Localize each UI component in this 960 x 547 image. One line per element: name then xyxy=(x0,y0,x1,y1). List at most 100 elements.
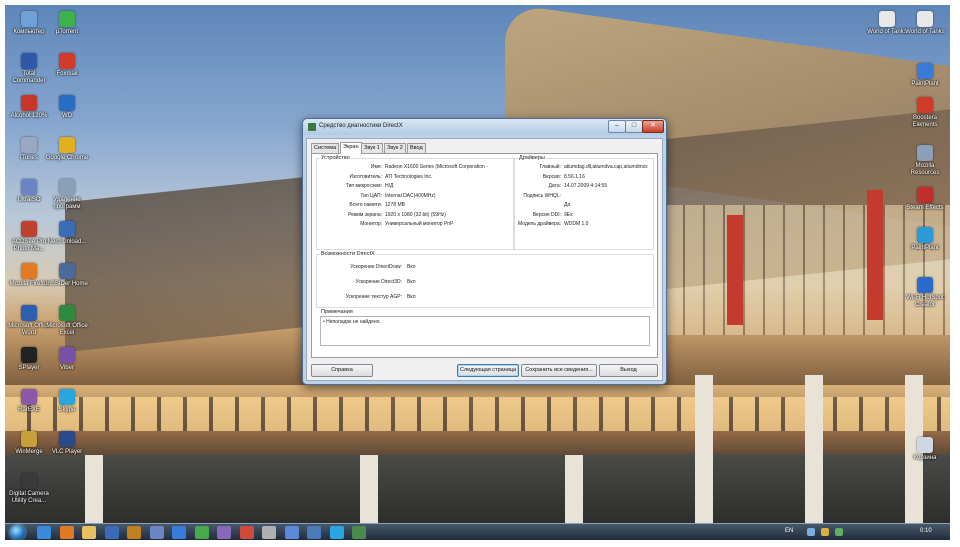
desktop-icon[interactable]: µTorrent xyxy=(45,11,89,36)
taskbar-app-icon[interactable] xyxy=(59,526,74,539)
taskbar-app-icon[interactable] xyxy=(172,526,186,539)
desktop-icon[interactable]: Удаление программ xyxy=(45,179,89,211)
taskbar-app-icon[interactable] xyxy=(262,526,276,539)
app-icon xyxy=(879,11,895,27)
tab-display[interactable]: Экран xyxy=(340,142,362,154)
start-orb-icon[interactable] xyxy=(10,525,25,540)
desktop-icon-label: Wi-Fi HotSpot Creator xyxy=(906,295,944,308)
info-label: Имя: xyxy=(370,164,382,170)
tab-sound-1[interactable]: Звук 1 xyxy=(361,143,383,153)
app-icon xyxy=(21,473,37,489)
desktop-icon[interactable]: Nero Unload... xyxy=(45,221,89,246)
taskbar-app-icon[interactable] xyxy=(217,526,231,539)
desktop-icon-label: VLC Player xyxy=(51,449,83,455)
notes-item-text: Неполадок не найдено. xyxy=(326,319,381,325)
info-value: 9Ex xyxy=(564,211,573,218)
taskbar-app-icon[interactable] xyxy=(329,526,344,539)
app-icon xyxy=(59,305,75,321)
flag-icon[interactable] xyxy=(821,528,829,536)
taskbar-app-icon[interactable] xyxy=(307,526,321,539)
info-value: 8.56.1.16 xyxy=(564,173,585,180)
info-value: atiumdag.dll,atiumdva.cap,atiumdmxx xyxy=(564,164,648,170)
window-titlebar[interactable]: Средство диагностики DirectX – □ ✕ xyxy=(303,119,666,135)
desktop-icon[interactable]: Foxmail xyxy=(45,53,89,78)
next-page-button[interactable]: Следующая страница xyxy=(457,364,519,377)
tab-input[interactable]: Ввод xyxy=(407,143,426,153)
app-icon xyxy=(21,11,37,27)
info-value: Internal DAC(400MHz) xyxy=(385,192,436,199)
taskbar-app-icon[interactable] xyxy=(82,526,96,539)
desktop-icon[interactable]: inSSIDer Home xyxy=(45,263,89,288)
input-language[interactable]: EN xyxy=(785,528,793,534)
desktop-icon-label: Steam Effects xyxy=(906,205,944,211)
desktop-icon-label: Nero Unload... xyxy=(47,239,87,245)
clock[interactable]: 0:10 xyxy=(920,528,932,534)
desktop-icon[interactable]: World of Tanks xyxy=(903,11,947,36)
app-icon xyxy=(917,97,933,113)
desktop-icon[interactable]: WD xyxy=(45,95,89,120)
desktop-icon-label: Foxmail xyxy=(56,71,78,77)
network-icon[interactable] xyxy=(807,528,815,536)
dxdiag-window[interactable]: Средство диагностики DirectX – □ ✕ Систе… xyxy=(302,118,667,385)
desktop-icon[interactable]: PaintPlant xyxy=(903,63,947,88)
taskbar-app-icon[interactable] xyxy=(37,526,51,539)
app-icon xyxy=(59,53,75,69)
close-button[interactable]: ✕ xyxy=(642,120,664,133)
desktop-icon[interactable]: Google Chrome xyxy=(45,137,89,162)
notes-box[interactable]: • Неполадок не найдено. xyxy=(320,316,650,346)
volume-icon[interactable] xyxy=(835,528,843,536)
desktop-icon[interactable]: PaintPlant xyxy=(903,227,947,252)
info-value: 14.07.2009 4:14:55 xyxy=(564,183,608,189)
app-icon xyxy=(917,227,933,243)
tab-system[interactable]: Система xyxy=(311,143,340,153)
maximize-button[interactable]: □ xyxy=(625,120,643,133)
desktop-icon[interactable]: Wi-Fi HotSpot Creator xyxy=(903,277,947,309)
taskbar-app-icon[interactable] xyxy=(352,526,366,539)
desktop-icon[interactable]: Skype xyxy=(45,389,89,414)
device-group-title: Устройство xyxy=(320,155,351,161)
taskbar-app-icon[interactable] xyxy=(194,526,209,539)
taskbar-app-icon[interactable] xyxy=(284,526,299,539)
directx-features-title: Возможности DirectX xyxy=(320,251,376,257)
desktop-icon[interactable]: Boostera Elements xyxy=(903,97,947,129)
app-icon xyxy=(21,179,37,195)
taskbar-app-icon[interactable] xyxy=(127,526,141,539)
save-all-info-button[interactable]: Сохранить все сведения... xyxy=(521,364,597,377)
desktop-icon-label: Mozilla Resources xyxy=(910,163,940,176)
taskbar: EN 0:10 xyxy=(5,523,950,540)
info-label: Тип микросхем: xyxy=(345,183,382,189)
desktop-icon[interactable]: Viber xyxy=(45,347,89,372)
app-icon xyxy=(21,221,37,237)
info-label: Версия DDI: xyxy=(532,211,561,218)
info-label: Подпись WHQL: xyxy=(523,192,561,199)
info-label: Тип ЦАП: xyxy=(360,192,382,199)
app-icon xyxy=(59,179,75,195)
desktop-icon-label: Viber xyxy=(60,365,74,371)
exit-button[interactable]: Выход xyxy=(599,364,658,377)
desktop-icon[interactable]: Корзина xyxy=(903,437,947,462)
desktop-icon[interactable]: Microsoft Office Excel xyxy=(45,305,89,337)
desktop-icon[interactable]: Digital Camera Utility Crea... xyxy=(7,473,51,505)
desktop-icon[interactable]: VLC Player xyxy=(45,431,89,456)
info-value: Н/Д xyxy=(385,183,394,189)
info-value: Универсальный монитор PnP xyxy=(385,221,454,227)
desktop-icon[interactable]: Mozilla Resources xyxy=(903,145,947,177)
tab-sound-2[interactable]: Звук 2 xyxy=(384,143,406,153)
app-icon xyxy=(917,11,933,27)
drivers-group-title: Драйверы xyxy=(518,155,546,161)
desktop-icon[interactable]: Steam Effects xyxy=(903,187,947,212)
app-icon xyxy=(59,389,75,405)
info-value: Вкл xyxy=(407,279,416,285)
info-value: ATI Technologies Inc. xyxy=(385,173,433,180)
app-icon xyxy=(59,347,75,363)
desktop-icon-label: µTorrent xyxy=(55,29,79,35)
info-label: Дата: xyxy=(548,183,561,189)
minimize-button[interactable]: – xyxy=(608,120,626,133)
help-button[interactable]: Справка xyxy=(311,364,373,377)
info-label: Режим экрана: xyxy=(347,211,382,218)
desktop-icon-label: PaintPlant xyxy=(911,81,939,87)
taskbar-app-icon[interactable] xyxy=(104,526,119,539)
app-icon xyxy=(21,431,37,447)
taskbar-app-icon[interactable] xyxy=(149,526,164,539)
taskbar-app-icon[interactable] xyxy=(239,526,254,539)
